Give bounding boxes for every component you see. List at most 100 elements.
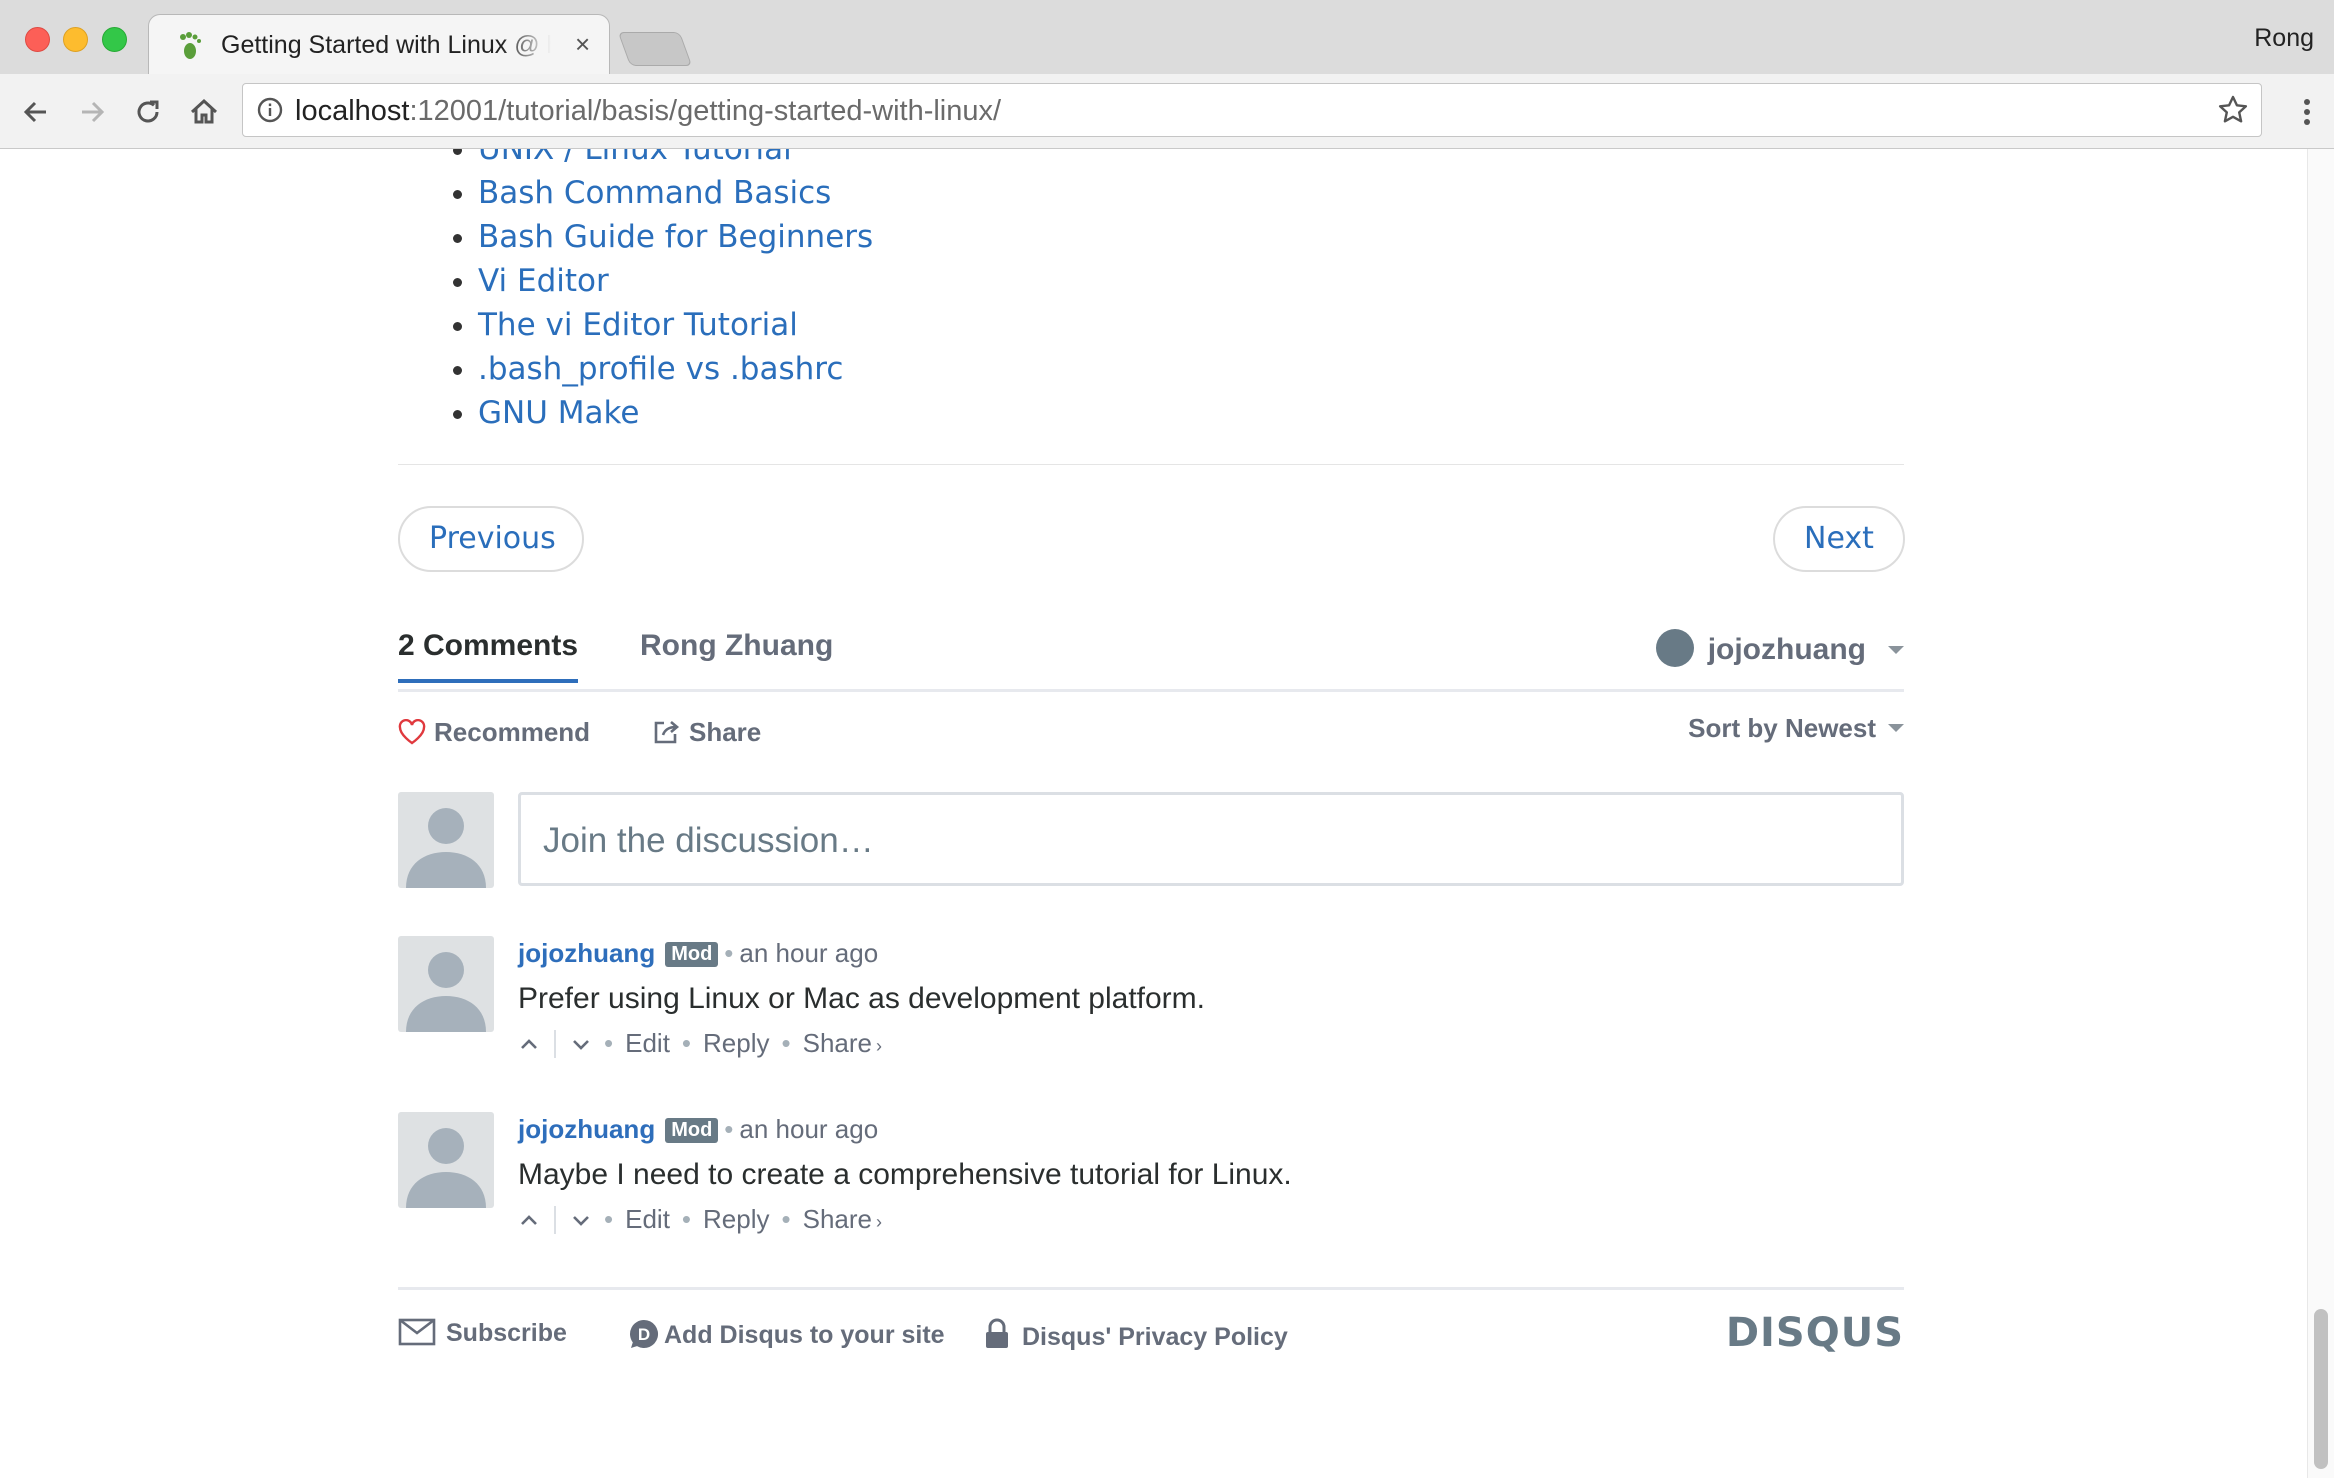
list-item[interactable]: Vi Editor [478, 259, 873, 303]
browser-toolbar: localhost:12001/tutorial/basis/getting-s… [0, 74, 2334, 149]
related-link[interactable]: The vi Editor Tutorial [478, 307, 798, 343]
tab-comments[interactable]: 2 Comments [398, 629, 579, 685]
upvote-icon[interactable] [518, 1033, 540, 1055]
profile-name[interactable]: Rong [2254, 24, 2314, 53]
reply-button[interactable]: Reply [703, 1028, 769, 1058]
minimize-window-button[interactable] [63, 27, 88, 52]
scrollbar[interactable] [2307, 149, 2334, 1478]
tab-close-icon[interactable]: × [575, 29, 590, 60]
add-disqus-label: Add Disqus to your site [664, 1321, 945, 1349]
comment-actions: • Edit • Reply • Share › [518, 1028, 882, 1059]
vote-divider [554, 1030, 556, 1058]
list-item[interactable]: .bash_profile vs .bashrc [478, 347, 873, 391]
browser-tab-active[interactable]: Getting Started with Linux @ h × [148, 14, 610, 75]
heart-icon [398, 718, 426, 745]
share-label: Share [689, 717, 762, 747]
comment-author[interactable]: jojozhuang [518, 1114, 655, 1144]
comment-input[interactable]: Join the discussion… [518, 792, 1904, 886]
related-link[interactable]: Vi Editor [478, 263, 609, 299]
comment-header: jojozhuang Mod • an hour ago [518, 1114, 878, 1145]
add-disqus-link[interactable]: D Add Disqus to your site [628, 1318, 945, 1350]
address-bar[interactable]: localhost:12001/tutorial/basis/getting-s… [242, 83, 2262, 137]
share-icon [654, 721, 680, 744]
related-link[interactable]: Bash Command Basics [478, 175, 831, 211]
recommend-label: Recommend [434, 717, 591, 747]
comment-time[interactable]: an hour ago [739, 1114, 878, 1144]
svg-text:D: D [638, 1325, 650, 1344]
comment-item: jojozhuang Mod • an hour ago Prefer using L… [398, 936, 1904, 1086]
sort-dropdown[interactable]: Sort by Newest [1688, 713, 1904, 744]
tab-forum[interactable]: Rong Zhuang [640, 629, 833, 663]
separator-dot: • [604, 1028, 614, 1058]
browser-tab-bar: Getting Started with Linux @ h × Rong [0, 0, 2334, 75]
share-comment-button[interactable]: Share [803, 1028, 872, 1058]
chevron-right-icon: › [876, 1036, 883, 1056]
related-link[interactable]: .bash_profile vs .bashrc [478, 351, 843, 387]
envelope-icon [398, 1318, 436, 1346]
subscribe-link[interactable]: Subscribe [398, 1318, 567, 1348]
list-item[interactable]: UNIX / Linux Tutorial [478, 149, 873, 171]
reply-button[interactable]: Reply [703, 1204, 769, 1234]
back-arrow-icon[interactable] [18, 94, 54, 130]
comment-item: jojozhuang Mod • an hour ago Maybe I need t… [398, 1112, 1904, 1262]
related-links-list: UNIX / Linux Tutorial Bash Command Basic… [430, 149, 873, 435]
edit-button[interactable]: Edit [625, 1028, 670, 1058]
lock-icon [986, 1318, 1008, 1348]
home-icon[interactable] [186, 94, 222, 130]
disqus-logo[interactable]: DISQUS [1726, 1310, 1904, 1356]
zoom-window-button[interactable] [102, 27, 127, 52]
share-comment-button[interactable]: Share [803, 1204, 872, 1234]
related-link[interactable]: UNIX / Linux Tutorial [478, 149, 792, 167]
previous-button[interactable]: Previous [398, 506, 584, 572]
mod-badge: Mod [665, 1118, 719, 1143]
section-divider [398, 464, 1904, 465]
upvote-icon[interactable] [518, 1209, 540, 1231]
list-item[interactable]: GNU Make [478, 391, 873, 435]
user-avatar-icon [1655, 629, 1694, 667]
share-thread-button[interactable]: Share [653, 717, 761, 748]
recommend-button[interactable]: Recommend [398, 717, 590, 748]
tab-comments-label: 2 Comments [398, 629, 579, 683]
user-menu[interactable]: jojozhuang [1655, 629, 1904, 667]
related-link[interactable]: GNU Make [478, 395, 639, 431]
separator-dot: • [604, 1204, 614, 1234]
comment-author[interactable]: jojozhuang [518, 938, 655, 968]
disqus-footer: Subscribe D Add Disqus to your site Disq… [398, 1287, 1904, 1370]
url-text[interactable]: localhost:12001/tutorial/basis/getting-s… [295, 95, 1001, 128]
comment-actions: • Edit • Reply • Share › [518, 1204, 882, 1235]
separator-dot: • [781, 1028, 791, 1058]
disqus-tabs: 2 Comments Rong Zhuang jojozhuang [398, 629, 1904, 692]
scrollbar-thumb[interactable] [2314, 1309, 2328, 1469]
chevron-right-icon: › [876, 1212, 883, 1232]
bookmark-star-icon[interactable] [2217, 94, 2249, 126]
forward-arrow-icon[interactable] [74, 94, 110, 130]
next-button[interactable]: Next [1773, 506, 1905, 572]
downvote-icon[interactable] [570, 1033, 592, 1055]
comment-time[interactable]: an hour ago [739, 938, 878, 968]
info-icon[interactable] [257, 97, 283, 123]
list-item[interactable]: The vi Editor Tutorial [478, 303, 873, 347]
downvote-icon[interactable] [570, 1209, 592, 1231]
reload-icon[interactable] [130, 94, 166, 130]
disqus-actions: Recommend Share Sort by Newest [398, 713, 1904, 757]
related-link[interactable]: Bash Guide for Beginners [478, 219, 873, 255]
comment-text: Maybe I need to create a comprehensive t… [518, 1158, 1292, 1191]
edit-button[interactable]: Edit [625, 1204, 670, 1234]
chevron-down-icon [1888, 724, 1904, 732]
avatar[interactable] [398, 936, 494, 1032]
close-window-button[interactable] [25, 27, 50, 52]
new-tab-button[interactable] [617, 32, 693, 66]
avatar[interactable] [398, 1112, 494, 1208]
comment-header: jojozhuang Mod • an hour ago [518, 938, 878, 969]
vote-divider [554, 1206, 556, 1234]
privacy-policy-link[interactable]: Disqus' Privacy Policy [984, 1318, 1288, 1352]
url-path: :12001/tutorial/basis/getting-started-wi… [409, 95, 1002, 127]
chevron-down-icon [1888, 646, 1904, 654]
page-content: UNIX / Linux Tutorial Bash Command Basic… [0, 149, 2334, 1478]
separator-dot: • [681, 1028, 692, 1058]
privacy-label: Disqus' Privacy Policy [1022, 1323, 1288, 1351]
browser-menu-icon[interactable] [2300, 96, 2314, 128]
list-item[interactable]: Bash Command Basics [478, 171, 873, 215]
separator-dot: • [724, 938, 734, 968]
list-item[interactable]: Bash Guide for Beginners [478, 215, 873, 259]
